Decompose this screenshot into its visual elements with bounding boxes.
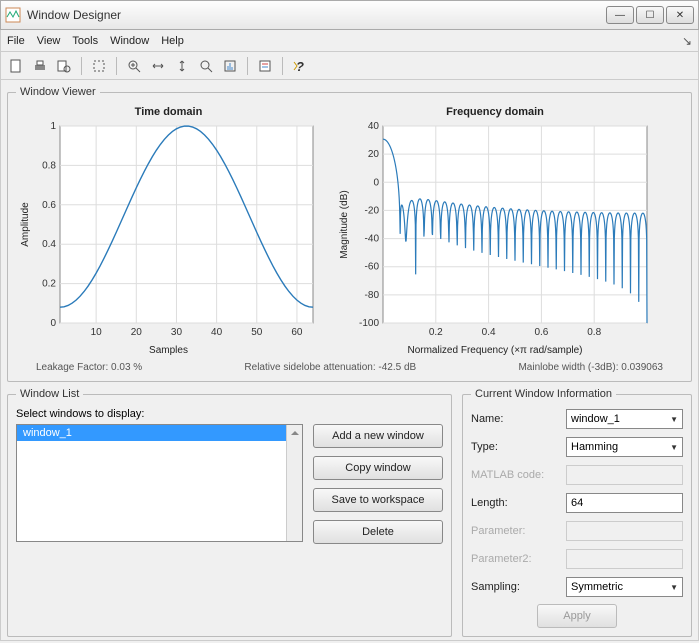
- zoom-fit-icon[interactable]: [197, 57, 215, 75]
- svg-text:20: 20: [131, 327, 143, 338]
- svg-text:10: 10: [91, 327, 103, 338]
- content-area: Window Viewer Time domain 10203040506000…: [0, 80, 699, 641]
- zoom-y-icon[interactable]: [173, 57, 191, 75]
- mainlobe-stat: Mainlobe width (-3dB): 0.039063: [518, 362, 663, 373]
- freq-xlabel: Normalized Frequency (×π rad/sample): [407, 345, 582, 356]
- matlab-code-label: MATLAB code:: [471, 469, 566, 481]
- legend-icon[interactable]: [256, 57, 274, 75]
- listbox-scrollbar[interactable]: [286, 425, 302, 541]
- menubar-overflow-icon[interactable]: ↘: [682, 34, 692, 48]
- svg-text:40: 40: [211, 327, 223, 338]
- length-label: Length:: [471, 497, 566, 509]
- svg-text:1: 1: [50, 121, 56, 132]
- window-title: Window Designer: [27, 8, 604, 22]
- edit-icon[interactable]: [90, 57, 108, 75]
- menubar: File View Tools Window Help ↘: [0, 30, 699, 52]
- window-viewer-panel: Window Viewer Time domain 10203040506000…: [7, 86, 692, 382]
- add-window-button[interactable]: Add a new window: [313, 424, 443, 448]
- sidelobe-stat: Relative sidelobe attenuation: -42.5 dB: [244, 362, 416, 373]
- svg-text:-20: -20: [365, 205, 380, 216]
- time-xlabel: Samples: [149, 345, 188, 356]
- save-workspace-button[interactable]: Save to workspace: [313, 488, 443, 512]
- autoscale-icon[interactable]: [221, 57, 239, 75]
- type-combo[interactable]: Hamming▼: [566, 437, 683, 457]
- window-listbox[interactable]: window_1: [16, 424, 303, 542]
- svg-text:40: 40: [368, 121, 380, 132]
- delete-button[interactable]: Delete: [313, 520, 443, 544]
- time-plot-title: Time domain: [135, 106, 203, 118]
- menu-view[interactable]: View: [37, 35, 61, 47]
- freq-plot-title: Frequency domain: [446, 106, 544, 118]
- svg-text:-80: -80: [365, 290, 380, 301]
- svg-text:-100: -100: [359, 318, 379, 329]
- svg-text:0.4: 0.4: [482, 327, 496, 338]
- type-label: Type:: [471, 441, 566, 453]
- name-combo[interactable]: window_1▼: [566, 409, 683, 429]
- svg-text:30: 30: [171, 327, 183, 338]
- app-icon: [5, 7, 21, 23]
- svg-text:0.6: 0.6: [42, 200, 56, 211]
- svg-text:60: 60: [291, 327, 303, 338]
- svg-text:Amplitude: Amplitude: [20, 202, 31, 247]
- svg-text:0.8: 0.8: [42, 160, 56, 171]
- svg-text:50: 50: [251, 327, 263, 338]
- list-instruction: Select windows to display:: [16, 408, 443, 420]
- svg-text:0: 0: [50, 318, 56, 329]
- svg-text:Magnitude (dB): Magnitude (dB): [339, 190, 350, 258]
- current-window-info-panel: Current Window Information Name: window_…: [462, 388, 692, 637]
- titlebar: Window Designer — ☐ ✕: [0, 0, 699, 30]
- minimize-button[interactable]: —: [606, 6, 634, 24]
- sampling-label: Sampling:: [471, 581, 566, 593]
- svg-text:0.8: 0.8: [587, 327, 601, 338]
- parameter2-label: Parameter2:: [471, 553, 566, 565]
- menu-tools[interactable]: Tools: [72, 35, 98, 47]
- length-field[interactable]: 64: [566, 493, 683, 513]
- zoom-in-icon[interactable]: [125, 57, 143, 75]
- zoom-x-icon[interactable]: [149, 57, 167, 75]
- matlab-code-field: [566, 465, 683, 485]
- svg-text:-40: -40: [365, 234, 380, 245]
- svg-text:0.2: 0.2: [42, 279, 56, 290]
- leakage-stat: Leakage Factor: 0.03 %: [36, 362, 142, 373]
- new-icon[interactable]: [7, 57, 25, 75]
- svg-text:-60: -60: [365, 262, 380, 273]
- menu-help[interactable]: Help: [161, 35, 184, 47]
- menu-file[interactable]: File: [7, 35, 25, 47]
- print-icon[interactable]: [31, 57, 49, 75]
- sampling-combo[interactable]: Symmetric▼: [566, 577, 683, 597]
- copy-window-button[interactable]: Copy window: [313, 456, 443, 480]
- window-list-panel: Window List Select windows to display: w…: [7, 388, 452, 637]
- maximize-button[interactable]: ☐: [636, 6, 664, 24]
- menu-window[interactable]: Window: [110, 35, 149, 47]
- time-plot-canvas[interactable]: 10 20 30 40 50 60 0 0.2 0.4 0.6 0.8 1 Amplitude: [16, 120, 321, 345]
- svg-text:0.4: 0.4: [42, 239, 56, 250]
- parameter-label: Parameter:: [471, 525, 566, 537]
- help-icon[interactable]: ?: [291, 57, 309, 75]
- apply-button[interactable]: Apply: [537, 604, 617, 628]
- svg-text:0: 0: [373, 177, 379, 188]
- info-legend: Current Window Information: [471, 388, 616, 400]
- time-domain-plot: Time domain 10 20 30 40 50 60 0 0.2 0.4 0.6 0.8 1 Am…: [16, 106, 321, 356]
- window-viewer-legend: Window Viewer: [16, 86, 100, 98]
- window-list-legend: Window List: [16, 388, 83, 400]
- close-button[interactable]: ✕: [666, 6, 694, 24]
- freq-domain-plot: Frequency domain 0.2 0.4 0.6 0.8 -100 -80 -60 -…: [335, 106, 655, 356]
- parameter-field: [566, 521, 683, 541]
- list-item[interactable]: window_1: [17, 425, 302, 441]
- svg-text:0.6: 0.6: [534, 327, 548, 338]
- freq-plot-canvas[interactable]: 0.2 0.4 0.6 0.8 -100 -80 -60 -40 -20 0 20 40 Magnitu…: [335, 120, 655, 345]
- viewer-stats: Leakage Factor: 0.03 % Relative sidelobe…: [16, 356, 683, 373]
- toolbar: ?: [0, 52, 699, 80]
- print-preview-icon[interactable]: [55, 57, 73, 75]
- svg-text:0.2: 0.2: [429, 327, 443, 338]
- parameter2-field: [566, 549, 683, 569]
- name-label: Name:: [471, 413, 566, 425]
- svg-text:20: 20: [368, 149, 380, 160]
